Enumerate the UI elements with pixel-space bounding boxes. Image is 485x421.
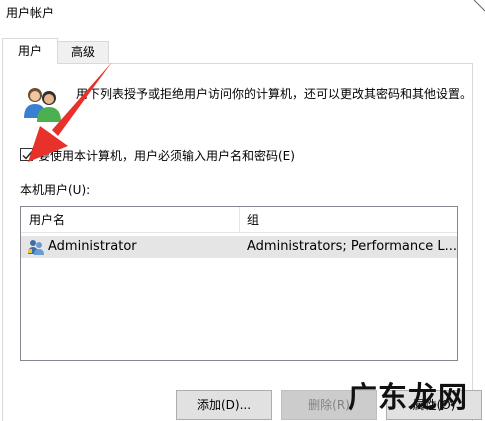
checkmark-icon <box>22 151 33 160</box>
watermark-text: 广东龙网 <box>348 380 469 414</box>
close-icon[interactable] <box>471 0 485 14</box>
title-bar: 用户帐户 <box>0 0 485 28</box>
table-row[interactable]: Administrator Administrators; Performanc… <box>21 236 457 258</box>
tab-users[interactable]: 用户 <box>2 38 58 64</box>
user-name: Administrator <box>48 239 137 254</box>
require-password-label[interactable]: 要使用本计算机，用户必须输入用户名和密码(E) <box>38 147 295 164</box>
users-list[interactable]: 用户名 组 Administrator Administrators; Perf… <box>20 206 458 361</box>
users-icon <box>24 88 61 122</box>
user-icon <box>28 240 44 255</box>
tab-strip: 用户 高级 <box>0 38 485 64</box>
add-button[interactable]: 添加(D)... <box>176 390 272 420</box>
require-password-checkbox[interactable] <box>20 148 33 161</box>
tab-advanced[interactable]: 高级 <box>57 41 109 63</box>
column-header-username[interactable]: 用户名 <box>21 207 240 233</box>
users-list-label: 本机用户(U): <box>20 183 91 197</box>
description-text: 用下列表授予或拒绝用户访问你的计算机，还可以更改其密码和其他设置。 <box>76 87 473 101</box>
window-title: 用户帐户 <box>6 6 55 20</box>
user-group: Administrators; Performance L... <box>247 239 458 254</box>
column-header-group[interactable]: 组 <box>240 207 457 233</box>
